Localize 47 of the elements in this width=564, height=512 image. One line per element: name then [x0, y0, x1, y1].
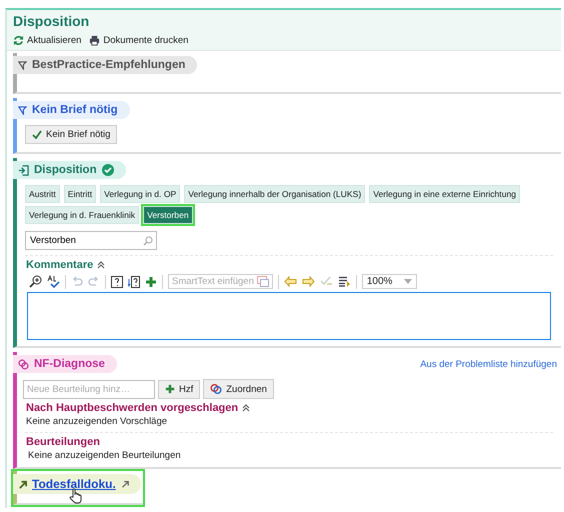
empty-message: Keine anzuzeigenden Beurteilungen — [27, 449, 182, 461]
exit-icon — [18, 164, 29, 176]
plus-icon[interactable] — [145, 276, 157, 288]
rings-icon — [18, 358, 29, 370]
assessments-heading: Beurteilungen — [26, 436, 100, 448]
suggestions-heading: Nach Hauptbeschwerden vorgeschlagen — [26, 402, 238, 414]
section-title: Kein Brief nötig — [32, 104, 118, 116]
print-button[interactable]: Dokumente drucken — [89, 35, 188, 46]
spellcheck-icon[interactable] — [47, 275, 60, 288]
check-icon — [32, 130, 42, 139]
option-button[interactable]: Eintritt — [64, 185, 96, 203]
refresh-icon — [13, 35, 24, 46]
collapse-icon[interactable] — [242, 404, 250, 412]
zoom-dropdown[interactable]: 100% — [362, 274, 418, 289]
comment-field[interactable] — [27, 292, 551, 340]
printer-icon — [89, 35, 100, 46]
assessment-input[interactable]: Neue Beurteilung hinz… — [23, 380, 155, 398]
arrow-icon — [18, 480, 27, 488]
collapse-icon[interactable] — [97, 261, 106, 269]
assign-button[interactable]: Zuordnen — [203, 379, 274, 399]
comments-heading: Kommentare — [26, 259, 94, 271]
search-field[interactable]: Verstorben — [25, 231, 157, 250]
help-icon[interactable] — [111, 276, 123, 288]
zoom-icon[interactable] — [29, 275, 42, 288]
option-button[interactable]: Verlegung innerhalb der Organisation (LUKS) — [184, 185, 366, 203]
search-icon — [143, 236, 153, 246]
option-button[interactable]: Verlegung in eine externe Einrichtung — [369, 185, 520, 203]
caret-icon — [404, 279, 412, 284]
option-button[interactable]: Verlegung in d. OP — [100, 185, 180, 203]
section-title: NF-Diagnose — [34, 358, 105, 370]
help-down-icon[interactable] — [128, 276, 140, 288]
section-title: BestPractice-Empfehlungen — [32, 59, 186, 71]
add-button[interactable]: Hzf — [158, 380, 200, 398]
option-button[interactable]: Austritt — [25, 185, 60, 203]
option-button[interactable]: Verlegung in d. Frauenklinik — [25, 206, 140, 224]
list-arrow-icon[interactable] — [338, 276, 351, 287]
toggle-button[interactable]: Kein Brief nötig — [25, 125, 118, 144]
window-icon — [256, 276, 269, 287]
problem-list-link[interactable]: Aus der Problemliste hinzufügen — [420, 358, 557, 370]
refresh-button[interactable]: Aktualisieren — [13, 35, 82, 46]
panel-title: Disposition — [13, 13, 90, 29]
rings-icon — [210, 383, 222, 395]
section-title: Disposition — [34, 164, 97, 176]
external-arrow-icon — [120, 480, 129, 488]
empty-message: Keine anzuzeigenden Vorschläge — [25, 415, 168, 427]
plus-icon — [165, 384, 175, 394]
option-button[interactable]: Verstorben — [143, 206, 193, 224]
